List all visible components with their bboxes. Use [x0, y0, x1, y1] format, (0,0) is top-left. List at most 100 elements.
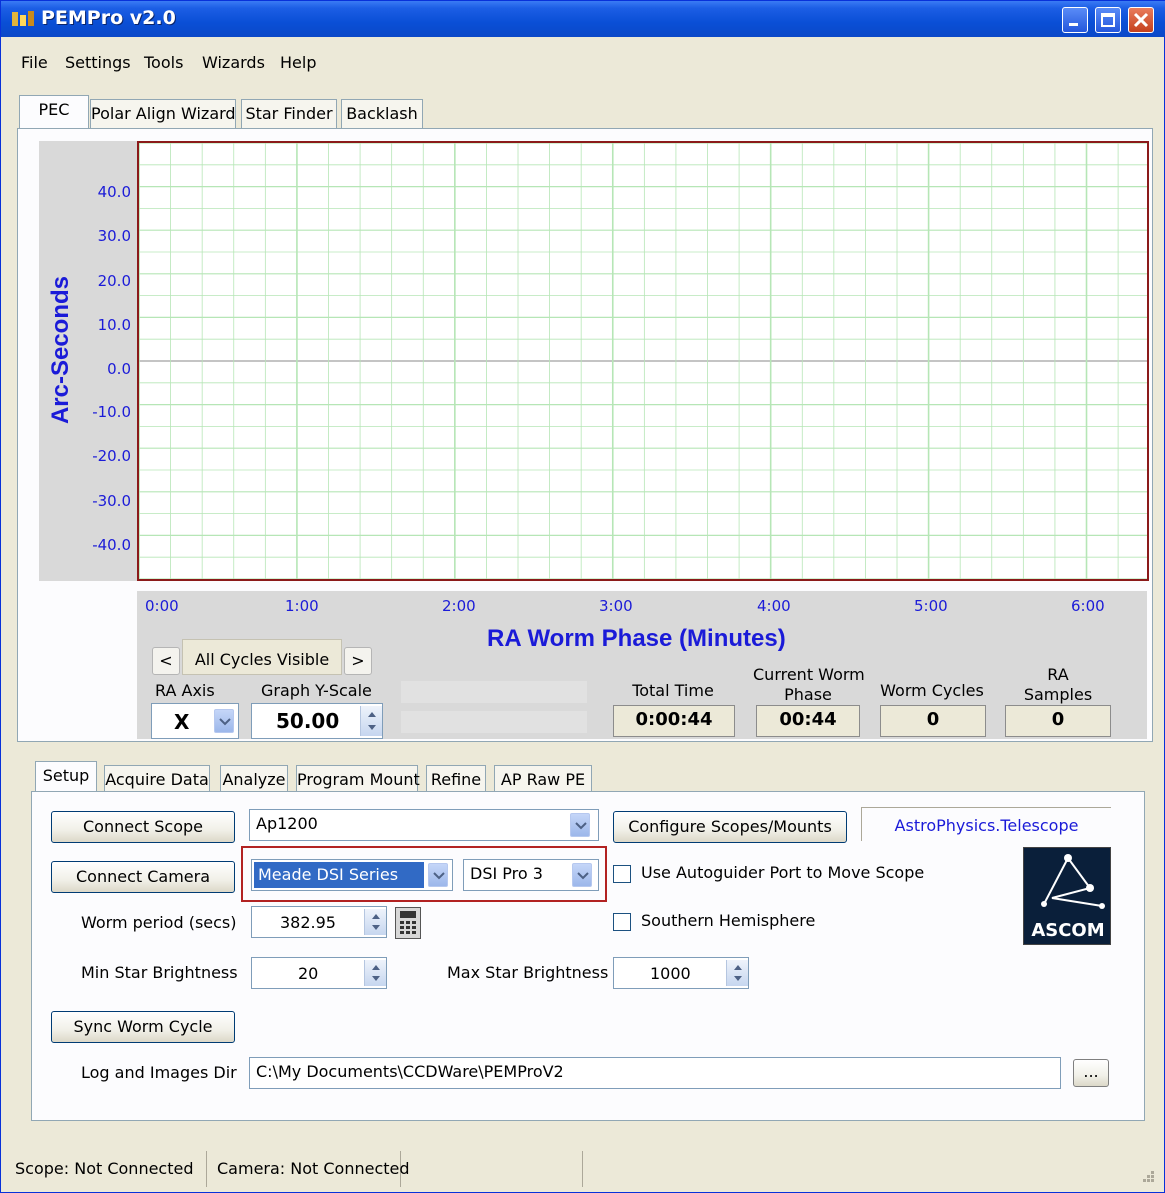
- title-bar[interactable]: PEMPro v2.0: [1, 1, 1165, 37]
- chevron-down-icon[interactable]: [214, 709, 234, 733]
- y-tick-label: 0.0: [107, 360, 131, 378]
- worm-cycles-value: 0: [880, 705, 986, 737]
- close-button[interactable]: [1128, 7, 1154, 33]
- pempro-app-icon: [12, 11, 34, 26]
- worm-period-spinner[interactable]: 382.95: [251, 906, 387, 938]
- cycle-visibility-label: All Cycles Visible: [182, 639, 342, 675]
- total-time-label: Total Time: [632, 681, 714, 700]
- scope-select-value: Ap1200: [256, 814, 318, 833]
- total-time-value: 0:00:44: [613, 705, 735, 737]
- y-tick-label: 40.0: [97, 183, 131, 201]
- max-star-spinner[interactable]: 1000: [613, 957, 749, 989]
- x-tick-label: 0:00: [145, 597, 179, 615]
- spinner-arrows-icon[interactable]: [360, 706, 382, 736]
- ascom-constellation-icon: [1041, 854, 1105, 909]
- tab-star-finder[interactable]: Star Finder: [241, 99, 337, 129]
- tab-backlash[interactable]: Backlash: [341, 99, 423, 129]
- ra-samples-label: RA: [1047, 665, 1069, 684]
- y-tick-label: 30.0: [97, 227, 131, 245]
- menu-settings[interactable]: Settings: [65, 53, 131, 72]
- log-dir-input[interactable]: C:\My Documents\CCDWare\PEMProV2: [249, 1057, 1061, 1089]
- worm-period-label: Worm period (secs): [81, 913, 237, 932]
- scope-status: Scope: Not Connected: [7, 1151, 207, 1187]
- configure-scopes-button[interactable]: Configure Scopes/Mounts: [613, 811, 847, 843]
- y-tick-label: -10.0: [92, 403, 131, 421]
- autoguider-checkbox[interactable]: [613, 865, 631, 883]
- x-tick-label: 2:00: [442, 597, 476, 615]
- worm-phase-label: Current Worm: [753, 665, 865, 684]
- camera-status: Camera: Not Connected: [209, 1151, 410, 1187]
- menu-help[interactable]: Help: [280, 53, 316, 72]
- next-cycle-button[interactable]: >: [344, 647, 372, 675]
- spinner-arrows-icon[interactable]: [726, 960, 748, 986]
- maximize-icon: [1101, 13, 1115, 27]
- y-axis-title: Arc-Seconds: [47, 275, 74, 425]
- y-tick-label: 10.0: [97, 316, 131, 334]
- min-star-label: Min Star Brightness: [81, 963, 238, 982]
- app-window: PEMPro v2.0 File Settings Tools Wizards …: [0, 0, 1165, 1193]
- minimize-icon: [1069, 23, 1078, 26]
- status-bar: Scope: Not Connected Camera: Not Connect…: [7, 1151, 1160, 1189]
- x-tick-label: 1:00: [285, 597, 319, 615]
- menu-tools[interactable]: Tools: [144, 53, 183, 72]
- maximize-button[interactable]: [1095, 7, 1121, 33]
- camera-model-select[interactable]: DSI Pro 3: [463, 859, 599, 891]
- ra-samples-value: 0: [1005, 705, 1111, 737]
- x-tick-label: 4:00: [757, 597, 791, 615]
- tab-setup[interactable]: Setup: [35, 761, 97, 795]
- camera-select[interactable]: Meade DSI Series: [251, 859, 453, 891]
- autoguider-label: Use Autoguider Port to Move Scope: [641, 863, 925, 882]
- calculator-icon[interactable]: [395, 907, 421, 939]
- spinner-arrows-icon[interactable]: [364, 909, 386, 935]
- tab-pec[interactable]: PEC: [19, 95, 89, 129]
- driver-name: AstroPhysics.Telescope: [861, 807, 1111, 841]
- worm-period-value: 382.95: [280, 913, 336, 932]
- graph-scale-spinner[interactable]: 50.00: [251, 703, 383, 739]
- y-tick-label: -40.0: [92, 536, 131, 554]
- close-icon: [1133, 12, 1149, 28]
- southern-hemisphere-checkbox[interactable]: [613, 913, 631, 931]
- chevron-down-icon[interactable]: [428, 863, 448, 887]
- y-tick-label: 20.0: [97, 272, 131, 290]
- x-axis-title: RA Worm Phase (Minutes): [487, 625, 786, 652]
- min-star-value: 20: [298, 964, 319, 983]
- ra-axis-label: RA Axis: [155, 681, 215, 700]
- connect-scope-button[interactable]: Connect Scope: [51, 811, 235, 843]
- chevron-down-icon[interactable]: [570, 813, 590, 837]
- progress-bar-placeholder: [401, 681, 587, 703]
- x-tick-label: 3:00: [599, 597, 633, 615]
- chevron-down-icon[interactable]: [572, 863, 592, 887]
- spinner-arrows-icon[interactable]: [364, 960, 386, 986]
- resize-grip-icon[interactable]: [1137, 1167, 1157, 1187]
- ra-axis-select[interactable]: X: [151, 703, 239, 739]
- worm-phase-label-2: Phase: [784, 685, 832, 704]
- prev-cycle-button[interactable]: <: [152, 647, 180, 675]
- camera-select-value: Meade DSI Series: [254, 862, 424, 888]
- menu-file[interactable]: File: [21, 53, 48, 72]
- min-star-spinner[interactable]: 20: [251, 957, 387, 989]
- log-dir-label: Log and Images Dir: [81, 1063, 237, 1082]
- tab-polar-align-wizard[interactable]: Polar Align Wizard: [90, 99, 236, 129]
- ascom-logo: ASCOM: [1023, 847, 1111, 945]
- menu-bar: File Settings Tools Wizards Help: [1, 53, 1165, 83]
- y-tick-label: -20.0: [92, 447, 131, 465]
- connect-camera-button[interactable]: Connect Camera: [51, 861, 235, 893]
- max-star-value: 1000: [650, 964, 691, 983]
- worm-phase-value: 00:44: [756, 705, 860, 737]
- scope-select[interactable]: Ap1200: [249, 809, 599, 841]
- graph-scale-value: 50.00: [276, 709, 340, 733]
- menu-wizards[interactable]: Wizards: [202, 53, 265, 72]
- x-tick-label: 6:00: [1071, 597, 1105, 615]
- graph-scale-label: Graph Y-Scale: [261, 681, 372, 700]
- camera-model-value: DSI Pro 3: [470, 864, 543, 883]
- x-tick-label: 5:00: [914, 597, 948, 615]
- max-star-label: Max Star Brightness: [447, 963, 609, 982]
- plot-grid: [138, 142, 1147, 580]
- pe-plot: [137, 141, 1149, 581]
- minimize-button[interactable]: [1062, 7, 1088, 33]
- window-title: PEMPro v2.0: [41, 7, 176, 29]
- southern-hemisphere-label: Southern Hemisphere: [641, 911, 816, 930]
- progress-bar-placeholder: [401, 711, 587, 733]
- sync-worm-cycle-button[interactable]: Sync Worm Cycle: [51, 1011, 235, 1043]
- browse-button[interactable]: ...: [1073, 1059, 1109, 1087]
